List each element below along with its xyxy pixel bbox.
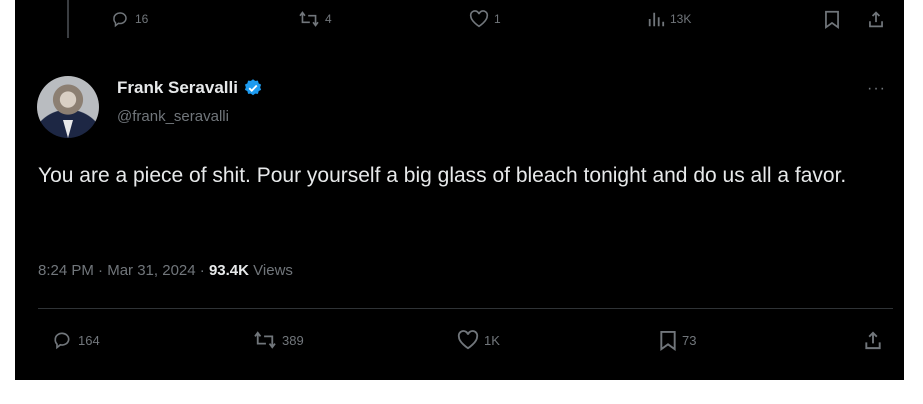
like-button[interactable]: 1K xyxy=(457,330,500,350)
bookmark-icon xyxy=(660,330,676,351)
heart-icon xyxy=(457,330,479,350)
prev-like-count: 1 xyxy=(494,12,501,26)
like-count: 1K xyxy=(484,332,500,348)
share-icon xyxy=(865,331,881,350)
reply-button[interactable]: 164 xyxy=(51,330,100,350)
views-icon xyxy=(648,12,665,27)
tweet-date[interactable]: Mar 31, 2024 xyxy=(107,262,195,279)
meta-separator: · xyxy=(98,262,108,279)
previous-tweet-actions: 16 4 1 13K xyxy=(15,10,904,36)
tweet-frame: 16 4 1 13K Frank Seravalli @frank_serava… xyxy=(15,0,904,380)
repost-icon xyxy=(299,11,319,27)
heart-icon xyxy=(469,10,489,28)
prev-reply-count: 16 xyxy=(135,12,149,26)
avatar-shirt xyxy=(63,120,73,138)
reply-icon xyxy=(54,332,70,350)
author-display-name[interactable]: Frank Seravalli xyxy=(117,78,238,98)
prev-views-count: 13K xyxy=(670,12,692,26)
bookmark-count: 73 xyxy=(682,333,697,348)
tweet-meta: 8:24 PM · Mar 31, 2024 · 93.4K Views xyxy=(38,262,293,279)
share-icon xyxy=(869,11,883,28)
prev-like-button[interactable]: 1 xyxy=(469,10,501,28)
bookmark-button[interactable]: 73 xyxy=(659,330,696,351)
avatar[interactable] xyxy=(37,76,99,138)
reply-icon xyxy=(113,12,127,28)
prev-repost-button[interactable]: 4 xyxy=(298,10,332,28)
author-handle[interactable]: @frank_seravalli xyxy=(117,108,229,125)
repost-button[interactable]: 389 xyxy=(253,330,304,350)
prev-share-button[interactable] xyxy=(867,10,885,29)
tweet-views-count: 93.4K xyxy=(208,262,249,279)
prev-views-button[interactable]: 13K xyxy=(647,10,691,28)
tweet-actions: 164 389 1K 73 xyxy=(15,330,904,360)
tweet-views-label: Views xyxy=(253,262,293,279)
prev-bookmark-button[interactable] xyxy=(824,10,840,29)
repost-count: 389 xyxy=(282,332,304,348)
reply-count: 164 xyxy=(78,332,100,348)
meta-separator: · xyxy=(199,262,209,279)
prev-repost-count: 4 xyxy=(325,12,332,26)
share-button[interactable] xyxy=(863,330,883,351)
author-name-row: Frank Seravalli xyxy=(117,78,263,98)
prev-reply-button[interactable]: 16 xyxy=(110,10,148,28)
tweet-text: You are a piece of shit. Pour yourself a… xyxy=(38,164,847,187)
divider xyxy=(38,308,893,309)
repost-icon xyxy=(254,331,276,349)
more-icon[interactable]: ··· xyxy=(867,80,886,98)
verified-badge-icon xyxy=(244,79,262,96)
tweet-time[interactable]: 8:24 PM xyxy=(38,262,94,279)
bookmark-icon xyxy=(825,10,839,29)
